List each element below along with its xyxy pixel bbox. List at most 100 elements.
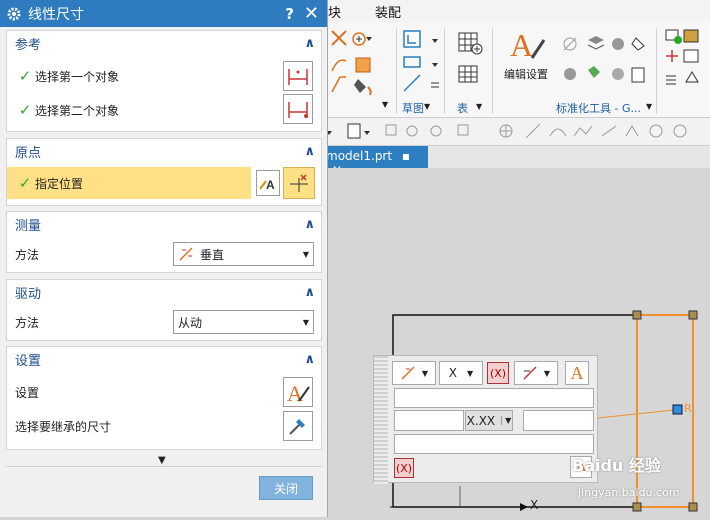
standardization-tool-icons[interactable] xyxy=(560,32,648,94)
formula-icon: (X) xyxy=(489,366,507,380)
dropdown-arrow-icon[interactable]: ▼ xyxy=(646,102,652,111)
select-second-object-row[interactable]: ✓ 选择第二个对象 xyxy=(7,95,321,125)
section-drive: 驱动 ∧ 方法 从动 ▼ xyxy=(6,279,322,341)
ribbon-group-table: 表 xyxy=(457,102,468,115)
dimension-value-field[interactable] xyxy=(394,410,464,431)
select-first-object-label: 选择第一个对象 xyxy=(35,69,120,84)
tolerance-type-dropdown[interactable]: ▼ xyxy=(514,361,558,385)
dimension-pick-icon xyxy=(288,102,308,118)
snap-toolbar-icons[interactable] xyxy=(320,118,710,146)
settings-label: 设置 xyxy=(15,385,40,400)
dimension-letter-dropdown[interactable]: X ▼ xyxy=(439,361,483,385)
formula-button[interactable]: (X) xyxy=(487,362,509,384)
dropdown-arrow-icon[interactable]: ▼ xyxy=(382,100,388,109)
watermark-logo: Baidu 经验 xyxy=(572,456,661,475)
text-settings-button[interactable]: A xyxy=(565,361,589,385)
section-measure-title: 测量 xyxy=(15,218,42,234)
section-origin-title: 原点 xyxy=(15,145,42,161)
curve-tools-icons[interactable] xyxy=(328,27,388,97)
precision-dropdown[interactable]: X.XX ▼ xyxy=(465,410,513,431)
help-icon[interactable]: ? xyxy=(285,5,294,23)
divider xyxy=(6,466,322,467)
tolerance-value-field[interactable] xyxy=(523,410,594,431)
dimension-letter-value: X xyxy=(448,366,458,380)
menu-block[interactable]: 块 xyxy=(328,2,341,21)
svg-text:A: A xyxy=(510,27,533,63)
section-settings: 设置 ∧ 设置 A 选择要继承的尺寸 xyxy=(6,346,322,450)
tolerance-type-icon xyxy=(523,366,537,380)
settings-row: 设置 xyxy=(7,377,321,407)
document-tabs: model1.prt ▪ ✕ xyxy=(320,146,710,177)
measure-method-label: 方法 xyxy=(15,247,40,262)
dropdown-arrow-icon[interactable]: ▼ xyxy=(476,102,482,111)
dialog-titlebar[interactable]: 线性尺寸 ? ✕ xyxy=(0,0,327,27)
measure-method-value: 垂直 xyxy=(200,247,225,262)
precision-value: X.XX xyxy=(466,413,496,428)
dimension-text-field[interactable] xyxy=(394,388,594,408)
appended-text-field[interactable] xyxy=(394,434,594,454)
dimension-type-dropdown[interactable]: ▼ xyxy=(392,361,436,385)
table-icons[interactable] xyxy=(456,30,486,96)
gear-icon xyxy=(7,7,21,20)
tab-model1[interactable]: model1.prt ▪ ✕ xyxy=(320,146,428,177)
dialog-title: 线性尺寸 xyxy=(28,6,84,23)
select-first-object-button[interactable] xyxy=(283,61,313,91)
section-reference: 参考 ∧ ✓ 选择第一个对象 ✓ 选择第二个对象 xyxy=(6,30,322,132)
panel-grip[interactable] xyxy=(374,356,388,484)
section-settings-header[interactable]: 设置 ∧ xyxy=(7,347,321,371)
dimension-pick-icon xyxy=(288,69,308,85)
check-icon: ✓ xyxy=(18,174,32,192)
menu-assembly[interactable]: 装配 xyxy=(375,2,401,21)
chevron-up-icon[interactable]: ∧ xyxy=(304,285,315,300)
specify-location-label: 指定位置 xyxy=(35,176,84,191)
dropdown-arrow-icon[interactable]: ▼ xyxy=(424,102,430,111)
formula-icon-2: (X) xyxy=(395,461,413,475)
section-origin: 原点 ∧ ✓ 指定位置 A xyxy=(6,138,322,206)
chevron-up-icon[interactable]: ∧ xyxy=(304,144,315,159)
text-origin-button[interactable]: A xyxy=(256,170,280,196)
section-drive-title: 驱动 xyxy=(15,286,42,302)
close-button[interactable]: 关闭 xyxy=(259,476,313,500)
ribbon: ▼ 草图 ▼ 表 ▼ A 编辑设置 标准化工具 - G... ▼ xyxy=(320,22,710,118)
dropdown-arrow-icon: ▼ xyxy=(302,317,310,327)
quick-toolbar xyxy=(320,118,710,146)
section-drive-header[interactable]: 驱动 ∧ xyxy=(7,280,321,304)
edit-doc-icon: ▪ xyxy=(401,149,411,163)
section-origin-header[interactable]: 原点 ∧ xyxy=(7,139,321,163)
text-settings-icon: A xyxy=(287,381,310,405)
section-reference-header[interactable]: 参考 ∧ xyxy=(7,31,321,55)
select-second-object-button[interactable] xyxy=(283,94,313,124)
section-reference-title: 参考 xyxy=(15,37,42,53)
formula-button-2[interactable]: (X) xyxy=(394,458,414,478)
chevron-up-icon[interactable]: ∧ xyxy=(304,352,315,367)
eyedropper-icon xyxy=(289,419,305,435)
ribbon-group-standard-tools: 标准化工具 - G... xyxy=(556,102,641,115)
check-icon: ✓ xyxy=(18,101,32,119)
select-second-object-label: 选择第二个对象 xyxy=(35,103,120,118)
edit-settings-label[interactable]: 编辑设置 xyxy=(504,66,548,82)
measure-method-dropdown[interactable]: 垂直 ▼ xyxy=(173,242,314,266)
chevron-up-icon[interactable]: ∧ xyxy=(304,36,315,51)
inherit-dimension-row: 选择要继承的尺寸 xyxy=(7,411,321,441)
inherit-dimension-button[interactable] xyxy=(283,411,313,441)
edit-settings-icon[interactable]: A xyxy=(508,26,548,66)
text-settings-icon: A xyxy=(570,362,584,383)
select-first-object-row[interactable]: ✓ 选择第一个对象 xyxy=(7,61,321,91)
dropdown-arrow-icon: ▼ xyxy=(302,249,310,259)
ribbon-group-sketch: 草图 xyxy=(402,102,424,115)
svg-text:A: A xyxy=(266,178,275,192)
close-icon[interactable]: ✕ xyxy=(304,3,319,24)
drive-method-dropdown[interactable]: 从动 ▼ xyxy=(173,310,314,334)
sketch-tools-icons[interactable] xyxy=(402,27,442,97)
watermark-url: jingyan.baidu.com xyxy=(578,486,680,499)
section-measure-header[interactable]: 测量 ∧ xyxy=(7,212,321,236)
drive-method-label: 方法 xyxy=(15,315,40,330)
misc-tools-icons[interactable] xyxy=(664,26,708,96)
more-options-arrow-icon[interactable]: ▼ xyxy=(158,455,166,466)
origin-tool-button[interactable] xyxy=(283,167,315,199)
chevron-up-icon[interactable]: ∧ xyxy=(304,217,315,232)
handle-label: R xyxy=(684,402,692,415)
settings-button[interactable]: A xyxy=(283,377,313,407)
inherit-dimension-label: 选择要继承的尺寸 xyxy=(15,419,112,434)
specify-location-row[interactable]: ✓ 指定位置 xyxy=(7,167,251,199)
